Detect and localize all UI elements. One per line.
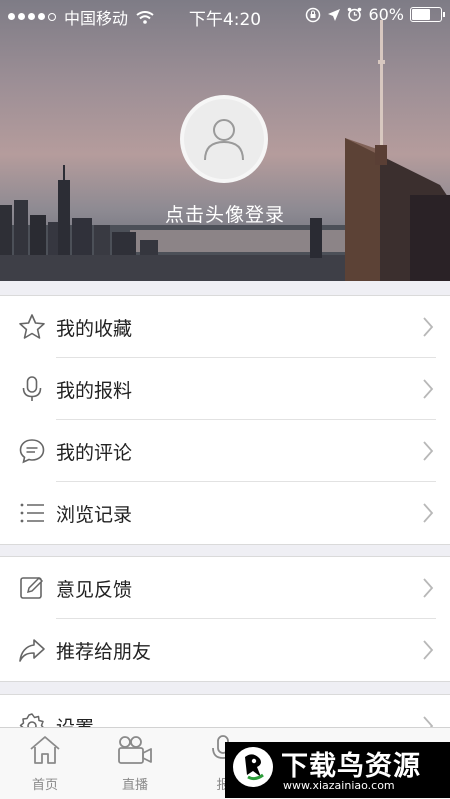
chevron-right-icon [423,578,434,598]
chevron-right-icon [423,379,434,399]
rotation-lock-icon [306,7,321,22]
watermark-logo [233,747,273,787]
watermark-banner: 下载鸟资源 www.xiazainiao.com [225,742,450,798]
menu-item-label: 我的评论 [56,442,133,464]
chevron-right-icon [423,640,434,660]
login-prompt[interactable]: 点击头像登录 [0,200,450,227]
user-avatar-icon [204,119,244,161]
menu-item-history[interactable]: 浏览记录 [0,482,450,544]
star-icon [19,314,45,339]
watermark-url: www.xiazainiao.com [283,779,395,792]
tab-home[interactable]: 首页 [10,734,80,793]
battery-percent: 60% [368,5,404,24]
share-arrow-icon [19,639,45,662]
watermark-title: 下载鸟资源 [281,751,421,782]
chevron-right-icon [423,503,434,523]
menu-item-comments[interactable]: 我的评论 [0,420,450,482]
edit-icon [20,576,44,599]
home-icon [30,736,60,764]
menu-item-feedback[interactable]: 意见反馈 [0,557,450,619]
menu-item-label: 推荐给朋友 [56,641,152,663]
menu-item-recommend[interactable]: 推荐给朋友 [0,619,450,681]
alarm-clock-icon [348,7,362,22]
menu-item-label: 意见反馈 [56,579,133,601]
status-bar: 中国移动 下午4:20 60% [0,0,450,30]
video-camera-icon [118,736,152,764]
avatar-login-button[interactable] [180,95,268,183]
menu-group-user: 我的收藏 我的报料 我的评论 浏览记录 [0,295,450,545]
menu-item-label: 我的报料 [56,380,133,402]
list-icon [20,503,44,523]
comment-bubble-icon [19,439,45,464]
menu-item-label: 浏览记录 [56,504,133,526]
profile-header: 中国移动 下午4:20 60% 点击头像登录 [0,0,450,281]
chevron-right-icon [423,441,434,461]
location-arrow-icon [328,8,341,21]
battery-icon [410,7,445,22]
tab-label: 直播 [121,778,148,793]
tab-live[interactable]: 直播 [100,734,170,793]
microphone-icon [22,376,42,401]
menu-item-label: 我的收藏 [56,318,133,340]
menu-group-feedback: 意见反馈 推荐给朋友 [0,556,450,682]
tab-label: 首页 [31,778,58,793]
menu-item-favorites[interactable]: 我的收藏 [0,296,450,358]
menu-item-reports[interactable]: 我的报料 [0,358,450,420]
chevron-right-icon [423,317,434,337]
